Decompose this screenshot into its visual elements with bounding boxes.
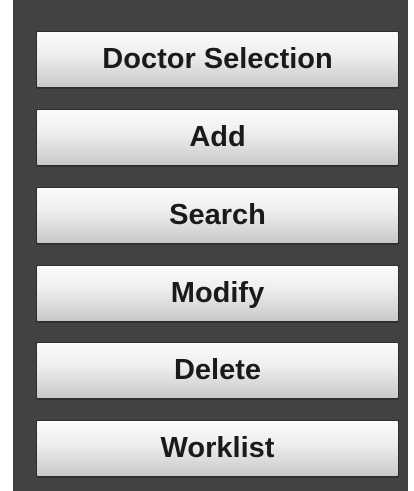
worklist-button[interactable]: Worklist — [36, 420, 399, 477]
delete-button[interactable]: Delete — [36, 342, 399, 399]
doctor-selection-button[interactable]: Doctor Selection — [36, 31, 399, 88]
search-button[interactable]: Search — [36, 187, 399, 244]
add-button[interactable]: Add — [36, 109, 399, 166]
modify-button[interactable]: Modify — [36, 265, 399, 322]
window: Doctor Selection Add Search Modify Delet… — [0, 0, 414, 491]
